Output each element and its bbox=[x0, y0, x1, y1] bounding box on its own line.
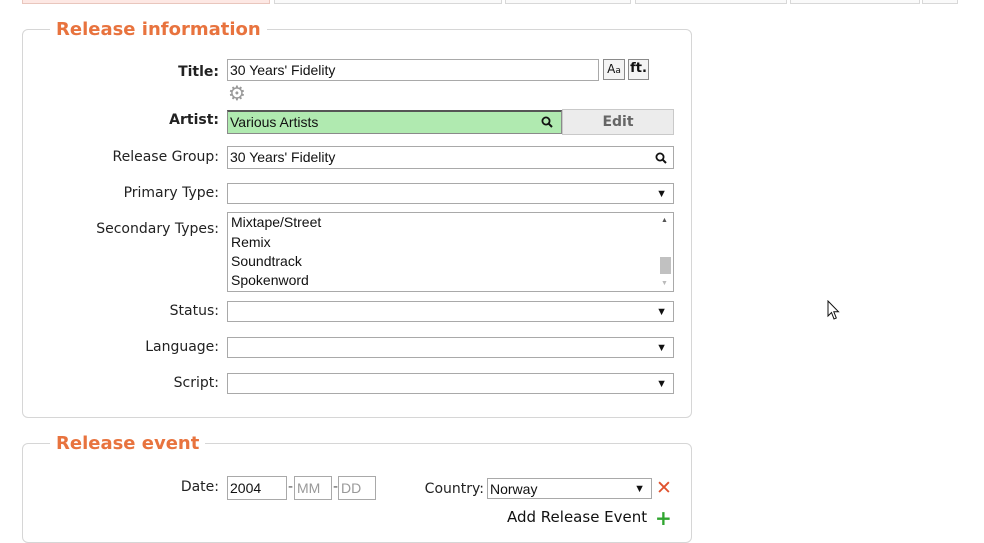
country-select[interactable]: Norway ▼ bbox=[487, 478, 652, 499]
title-input[interactable]: 30 Years' Fidelity bbox=[227, 59, 599, 81]
dropdown-arrow-icon: ▼ bbox=[656, 378, 667, 390]
secondary-types-label: Secondary Types: bbox=[96, 221, 219, 237]
dropdown-arrow-icon: ▼ bbox=[634, 483, 645, 495]
scroll-down-icon[interactable]: ▼ bbox=[661, 280, 668, 287]
scrollbar-thumb[interactable] bbox=[660, 257, 671, 274]
release-information-legend: Release information bbox=[50, 19, 267, 40]
search-icon[interactable] bbox=[655, 152, 667, 164]
script-select[interactable]: ▼ bbox=[227, 373, 674, 394]
primary-type-select[interactable]: ▼ bbox=[227, 183, 674, 204]
release-group-label: Release Group: bbox=[112, 149, 220, 165]
scroll-up-icon[interactable]: ▲ bbox=[661, 217, 668, 224]
mouse-cursor-icon bbox=[827, 300, 840, 320]
date-label: Date: bbox=[180, 479, 219, 495]
artist-input[interactable]: Various Artists bbox=[227, 110, 562, 134]
tab-release-information[interactable] bbox=[22, 0, 270, 4]
country-value: Norway bbox=[490, 481, 538, 497]
dropdown-arrow-icon: ▼ bbox=[656, 306, 667, 318]
primary-type-label: Primary Type: bbox=[123, 185, 219, 201]
status-select[interactable]: ▼ bbox=[227, 301, 674, 322]
dropdown-arrow-icon: ▼ bbox=[656, 342, 667, 354]
dropdown-arrow-icon: ▼ bbox=[656, 188, 667, 200]
title-label: Title: bbox=[178, 64, 219, 80]
script-label: Script: bbox=[173, 375, 219, 391]
guess-case-button[interactable]: Aa bbox=[603, 59, 625, 80]
tab-recordings[interactable] bbox=[505, 0, 631, 4]
tab-annotation[interactable] bbox=[635, 0, 787, 4]
artist-label: Artist: bbox=[169, 112, 219, 128]
list-item[interactable]: Remix bbox=[231, 233, 271, 252]
status-label: Status: bbox=[169, 303, 219, 319]
tab-extra[interactable] bbox=[922, 0, 958, 4]
remove-release-event-icon[interactable]: ✕ bbox=[656, 478, 672, 498]
list-item[interactable]: Soundtrack bbox=[231, 252, 302, 271]
add-icon[interactable]: + bbox=[655, 508, 672, 528]
list-item[interactable]: Spokenword bbox=[231, 271, 309, 290]
scrollbar[interactable]: ▲ ▼ bbox=[658, 214, 672, 290]
tab-tracklist[interactable] bbox=[274, 0, 502, 4]
gear-icon[interactable]: ⚙ bbox=[228, 83, 246, 103]
secondary-types-listbox[interactable]: Mixtape/Street Remix Soundtrack Spokenwo… bbox=[227, 212, 674, 292]
release-group-input[interactable]: 30 Years' Fidelity bbox=[227, 146, 674, 169]
date-year-input[interactable]: 2004 bbox=[227, 476, 287, 500]
top-tab-strip bbox=[0, 0, 984, 6]
language-select[interactable]: ▼ bbox=[227, 337, 674, 358]
featuring-button[interactable]: ft. bbox=[628, 59, 649, 80]
release-event-legend: Release event bbox=[50, 433, 206, 454]
country-label: Country: bbox=[424, 481, 484, 497]
list-item[interactable]: Mixtape/Street bbox=[231, 213, 321, 232]
guess-case-icon: Aa bbox=[607, 62, 621, 76]
tab-edit-note[interactable] bbox=[790, 0, 920, 4]
search-icon[interactable] bbox=[541, 116, 553, 128]
add-release-event-link[interactable]: Add Release Event bbox=[507, 508, 647, 526]
language-label: Language: bbox=[145, 339, 219, 355]
artist-edit-button[interactable]: Edit bbox=[562, 109, 674, 135]
